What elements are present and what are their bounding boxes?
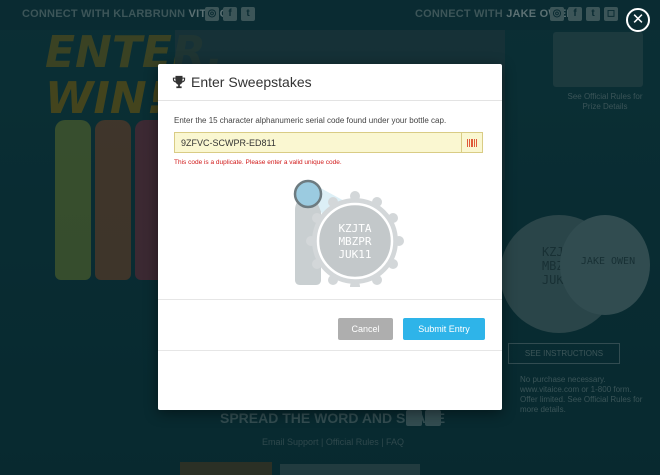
modal-header: Enter Sweepstakes xyxy=(158,64,502,101)
sweepstakes-modal: Enter Sweepstakes Enter the 15 character… xyxy=(158,64,502,410)
trophy-icon xyxy=(172,75,186,89)
instructions-text: Enter the 15 character alphanumeric seri… xyxy=(174,116,447,125)
cap-illustration: KZJTA MBZPR JUK11 xyxy=(255,179,405,291)
submit-entry-button[interactable]: Submit Entry xyxy=(403,318,485,340)
serial-code-field xyxy=(174,132,483,153)
modal-title: Enter Sweepstakes xyxy=(191,74,312,90)
modal-body: Enter the 15 character alphanumeric seri… xyxy=(158,101,502,291)
cap-code-line: JUK11 xyxy=(338,248,371,261)
cap-code-line: MBZPR xyxy=(338,235,371,248)
cap-code-line: KZJTA xyxy=(338,222,371,235)
close-icon[interactable]: ✕ xyxy=(626,8,650,32)
modal-footer: Cancel Submit Entry xyxy=(158,299,502,351)
error-message: This code is a duplicate. Please enter a… xyxy=(174,159,342,166)
bottle-cap-graphic: KZJTA MBZPR JUK11 xyxy=(293,179,404,291)
serial-code-input[interactable] xyxy=(175,133,460,153)
cancel-button[interactable]: Cancel xyxy=(338,318,393,340)
barcode-icon[interactable] xyxy=(461,133,482,152)
